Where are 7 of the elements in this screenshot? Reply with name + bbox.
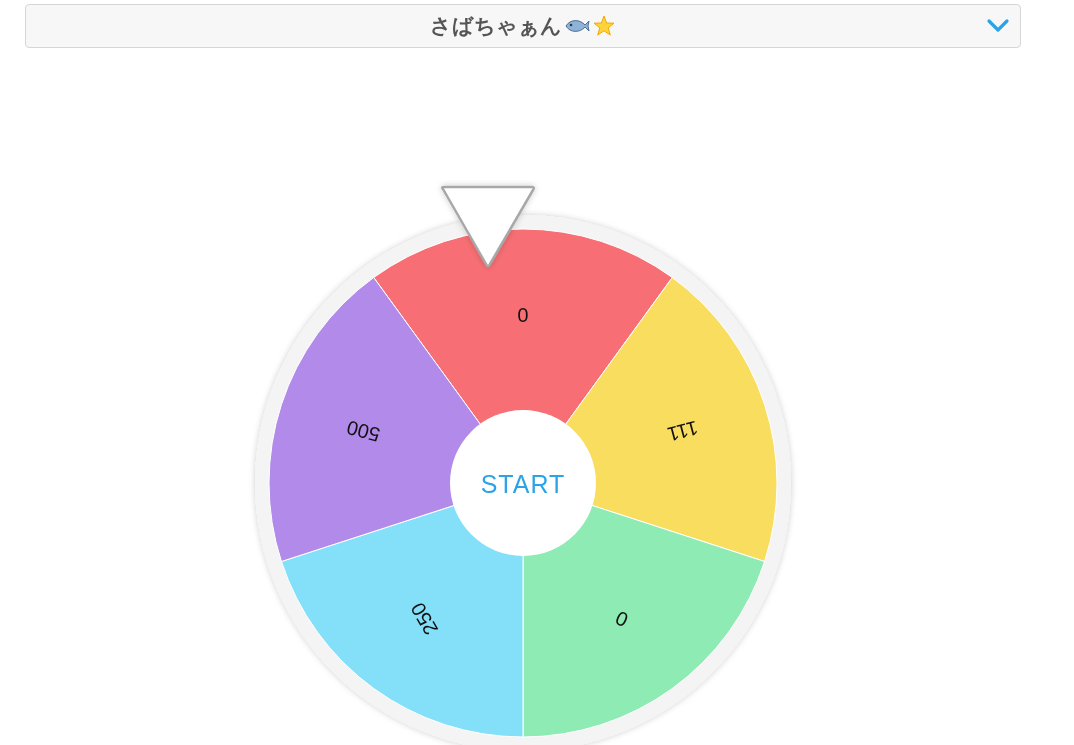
dropdown-title: さばちゃぁん	[430, 13, 562, 40]
segment-label: 250	[406, 598, 443, 639]
segment-label: 0	[612, 606, 632, 632]
segment-label: 500	[344, 416, 383, 447]
segment-label: 0	[517, 304, 529, 326]
segment-label: 111	[665, 416, 701, 446]
title-dropdown[interactable]: さばちゃぁん	[25, 4, 1021, 48]
